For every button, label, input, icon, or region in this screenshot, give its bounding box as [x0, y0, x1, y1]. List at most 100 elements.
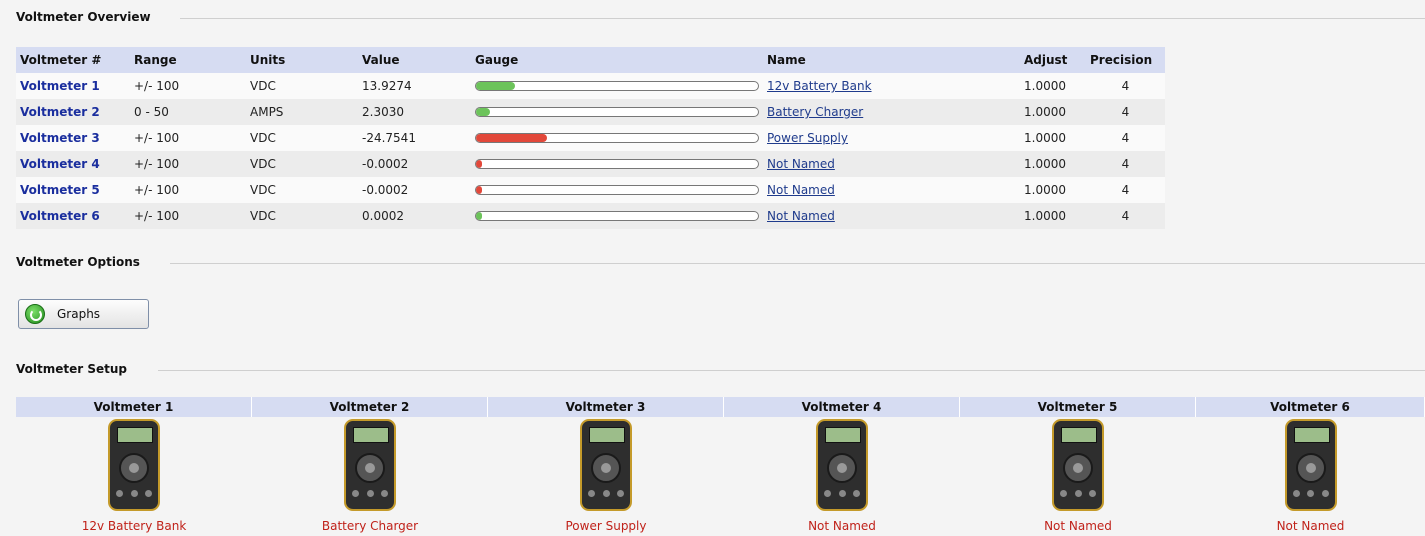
voltmeter-name-link[interactable]: Not Named — [767, 209, 835, 223]
precision-cell: 4 — [1086, 151, 1165, 177]
table-row: Voltmeter 5 +/- 100 VDC -0.0002 Not Named 1.0… — [16, 177, 1165, 203]
gauge-cell — [471, 203, 763, 229]
setup-column: Voltmeter 4 Not Named — [724, 397, 960, 533]
meter-jacks — [1292, 490, 1329, 502]
value-cell: -24.7541 — [358, 125, 471, 151]
gauge-cell — [471, 151, 763, 177]
gauge-bar — [475, 185, 759, 195]
meter-jack — [366, 490, 374, 497]
multimeter-icon[interactable] — [344, 419, 396, 511]
meter-knob — [365, 463, 375, 473]
gauge-cell — [471, 177, 763, 203]
meter-jacks — [588, 490, 624, 502]
precision-cell: 4 — [1086, 203, 1165, 229]
multimeter-icon[interactable] — [108, 419, 160, 511]
units-cell: VDC — [246, 151, 358, 177]
adjust-cell: 1.0000 — [1020, 151, 1086, 177]
graphs-icon — [25, 304, 45, 324]
setup-column-header: Voltmeter 4 — [724, 397, 960, 417]
meter-knob — [837, 463, 847, 473]
precision-cell: 4 — [1086, 99, 1165, 125]
overview-divider — [180, 18, 1425, 19]
meter-jack — [352, 490, 359, 497]
gauge-fill — [476, 134, 547, 142]
meter-jacks — [824, 490, 860, 502]
meter-dial — [119, 453, 149, 483]
options-title: Voltmeter Options — [16, 255, 140, 269]
col-header-range: Range — [130, 47, 246, 73]
col-header-name: Name — [763, 47, 1020, 73]
voltmeter-name-link[interactable]: Not Named — [767, 157, 835, 171]
meter-knob — [1305, 463, 1316, 473]
setup-column-header: Voltmeter 6 — [1196, 397, 1425, 417]
gauge-fill — [476, 160, 482, 168]
setup-section-title: Voltmeter Setup — [16, 362, 127, 376]
multimeter-icon[interactable] — [580, 419, 632, 511]
range-cell: 0 - 50 — [130, 99, 246, 125]
setup-column-header: Voltmeter 3 — [488, 397, 724, 417]
meter-jack — [853, 490, 860, 497]
col-header-gauge: Gauge — [471, 47, 763, 73]
voltmeter-name-link[interactable]: 12v Battery Bank — [767, 79, 872, 93]
voltmeter-id[interactable]: Voltmeter 4 — [20, 157, 100, 171]
meter-screen — [1061, 427, 1097, 443]
meter-screen — [353, 427, 389, 443]
units-cell: VDC — [246, 73, 358, 99]
adjust-cell: 1.0000 — [1020, 177, 1086, 203]
meter-jack — [381, 490, 388, 497]
precision-cell: 4 — [1086, 125, 1165, 151]
gauge-cell — [471, 99, 763, 125]
meter-jack — [838, 490, 846, 497]
multimeter-icon[interactable] — [1284, 419, 1337, 511]
meter-jack — [1060, 490, 1067, 497]
voltmeter-name-link[interactable]: Power Supply — [767, 131, 848, 145]
gauge-fill — [476, 212, 482, 220]
meter-jack — [602, 490, 610, 497]
voltmeter-id[interactable]: Voltmeter 5 — [20, 183, 100, 197]
table-row: Voltmeter 6 +/- 100 VDC 0.0002 Not Named 1.00… — [16, 203, 1165, 229]
range-cell: +/- 100 — [130, 73, 246, 99]
units-cell: VDC — [246, 125, 358, 151]
voltmeter-id[interactable]: Voltmeter 6 — [20, 209, 100, 223]
graphs-button-label: Graphs — [57, 307, 101, 321]
multimeter-icon[interactable] — [1052, 419, 1104, 511]
voltmeter-setup-grid: Voltmeter 1 12v Battery Bank Voltmeter 2 Ba… — [16, 397, 1425, 533]
table-row: Voltmeter 2 0 - 50 AMPS 2.3030 Battery Charg… — [16, 99, 1165, 125]
col-header-adjust: Adjust — [1020, 47, 1086, 73]
setup-meter-name: Power Supply — [565, 519, 647, 533]
setup-column-header: Voltmeter 2 — [252, 397, 488, 417]
voltmeter-id[interactable]: Voltmeter 3 — [20, 131, 100, 145]
adjust-cell: 1.0000 — [1020, 125, 1086, 151]
meter-dial — [1063, 453, 1093, 483]
adjust-cell: 1.0000 — [1020, 203, 1086, 229]
setup-meter-name: 12v Battery Bank — [81, 519, 187, 533]
value-cell: -0.0002 — [358, 151, 471, 177]
graphs-button[interactable]: Graphs — [18, 299, 149, 329]
setup-column-header: Voltmeter 1 — [16, 397, 252, 417]
adjust-cell: 1.0000 — [1020, 99, 1086, 125]
meter-dial — [827, 453, 857, 483]
table-row: Voltmeter 3 +/- 100 VDC -24.7541 Power Suppl… — [16, 125, 1165, 151]
meter-jack — [1307, 490, 1314, 497]
meter-knob — [1073, 463, 1083, 473]
overview-section-title: Voltmeter Overview — [16, 10, 151, 24]
meter-jacks — [352, 490, 388, 502]
multimeter-icon[interactable] — [816, 419, 868, 511]
value-cell: -0.0002 — [358, 177, 471, 203]
table-row: Voltmeter 1 +/- 100 VDC 13.9274 12v Battery … — [16, 73, 1165, 99]
col-header-voltmeter: Voltmeter # — [16, 47, 130, 73]
voltmeter-name-link[interactable]: Not Named — [767, 183, 835, 197]
setup-column-header: Voltmeter 5 — [960, 397, 1196, 417]
gauge-bar — [475, 133, 759, 143]
voltmeter-id[interactable]: Voltmeter 2 — [20, 105, 100, 119]
voltmeter-id[interactable]: Voltmeter 1 — [20, 79, 100, 93]
range-cell: +/- 100 — [130, 151, 246, 177]
setup-meter-name: Not Named — [1276, 519, 1345, 533]
col-header-value: Value — [358, 47, 471, 73]
meter-jack — [116, 490, 123, 497]
setup-column: Voltmeter 2 Battery Charger — [252, 397, 488, 533]
gauge-fill — [476, 186, 482, 194]
setup-meter-name: Not Named — [808, 519, 876, 533]
meter-dial — [355, 453, 385, 483]
voltmeter-name-link[interactable]: Battery Charger — [767, 105, 863, 119]
